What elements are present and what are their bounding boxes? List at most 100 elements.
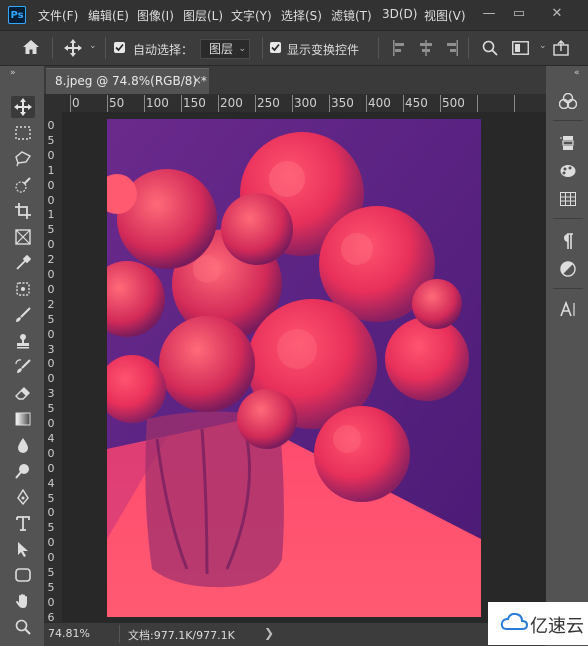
minimize-button[interactable]: — (478, 3, 500, 25)
auto-select-target-dropdown[interactable]: 图层 ⌄ (200, 39, 250, 59)
gradient-tool[interactable] (11, 408, 35, 430)
ruler-label: 0 (47, 119, 55, 132)
paragraph-panel-icon[interactable] (556, 230, 580, 252)
chevron-down-icon: ⌄ (238, 44, 246, 54)
show-transform-label: 显示变换控件 (287, 43, 360, 57)
menu-image[interactable]: 图像(I) (137, 7, 174, 24)
vertical-ruler[interactable]: 0501001502002503003504004505005506 (44, 112, 63, 622)
ruler-label: 0 (47, 238, 55, 252)
separator (468, 37, 469, 59)
separator (119, 625, 120, 643)
panel-collapse-icon[interactable]: » (10, 68, 16, 78)
home-icon[interactable] (22, 39, 40, 58)
properties-panel-icon[interactable] (556, 258, 580, 280)
menu-type[interactable]: 文字(Y) (231, 7, 272, 24)
quick-select-tool[interactable] (11, 174, 35, 196)
history-brush-tool[interactable] (11, 356, 35, 378)
document-image[interactable] (107, 119, 481, 617)
ruler-label: 4 (47, 476, 55, 490)
maximize-button[interactable]: ▭ (508, 3, 530, 25)
auto-select-checkbox[interactable] (114, 42, 125, 53)
shape-tool[interactable] (11, 564, 35, 586)
align-right-icon[interactable] (443, 40, 459, 59)
ruler-label: 5 (47, 133, 55, 147)
ruler-label: 2 (47, 253, 55, 267)
ruler-label: 6 (47, 610, 55, 622)
move-icon[interactable] (64, 39, 82, 60)
menu-3d[interactable]: 3D(D) (382, 7, 417, 21)
menu-bar: Ps 文件(F) 编辑(E) 图像(I) 图层(L) 文字(Y) 选择(S) 滤… (0, 0, 588, 31)
separator (378, 37, 379, 59)
type-tool[interactable] (11, 512, 35, 534)
character-panel-icon[interactable] (556, 298, 580, 320)
ruler-label: 5 (47, 491, 55, 505)
ruler-label: 0 (47, 268, 55, 281)
search-icon[interactable] (482, 40, 498, 59)
ruler-label: 0 (47, 178, 55, 192)
ruler-label: 0 (72, 96, 80, 110)
color-panel-icon[interactable] (556, 90, 580, 112)
ruler-label: 250 (257, 96, 280, 110)
menu-edit[interactable]: 编辑(E) (88, 7, 129, 24)
ruler-label: 450 (405, 96, 428, 110)
ruler-label: 4 (47, 431, 55, 445)
pen-tool[interactable] (11, 486, 35, 508)
chevron-down-icon[interactable]: ⌄ (539, 41, 547, 51)
menu-view[interactable]: 视图(V) (424, 7, 466, 24)
swatches-panel-icon[interactable] (556, 188, 580, 210)
chevron-down-icon[interactable]: ⌄ (89, 41, 97, 51)
history-panel-icon[interactable] (556, 132, 580, 154)
path-select-tool[interactable] (11, 538, 35, 560)
crop-tool[interactable] (11, 200, 35, 222)
flower-photo (107, 119, 481, 617)
close-button[interactable]: ✕ (546, 3, 568, 25)
ruler-label: 5 (47, 223, 55, 237)
marquee-tool[interactable] (11, 122, 35, 144)
close-tab-icon[interactable]: × (192, 73, 202, 87)
frame-tool[interactable] (11, 226, 35, 248)
eyedropper-tool[interactable] (11, 252, 35, 274)
ruler-label: 400 (368, 96, 391, 110)
adjustments-panel-icon[interactable] (556, 160, 580, 182)
document-tab[interactable]: 8.jpeg @ 74.8%(RGB/8) * × (46, 68, 209, 94)
brush-tool[interactable] (11, 304, 35, 326)
align-center-icon[interactable] (418, 40, 434, 59)
ruler-label: 0 (47, 551, 55, 565)
zoom-level[interactable]: 74.81% (48, 627, 90, 640)
ruler-label: 0 (47, 461, 55, 475)
document-tab-bar: 8.jpeg @ 74.8%(RGB/8) * × (44, 66, 546, 94)
separator (262, 37, 263, 59)
document-info: 文档:977.1K/977.1K (128, 629, 235, 642)
menu-file[interactable]: 文件(F) (38, 7, 78, 24)
stamp-tool[interactable] (11, 330, 35, 352)
zoom-tool[interactable] (11, 616, 35, 638)
menu-filter[interactable]: 滤镜(T) (331, 7, 372, 24)
chevron-right-icon[interactable]: ❯ (264, 626, 274, 640)
show-transform-checkbox[interactable] (270, 42, 281, 53)
ruler-label: 3 (47, 342, 55, 356)
ruler-label: 100 (146, 96, 169, 110)
dodge-tool[interactable] (11, 460, 35, 482)
menu-layer[interactable]: 图层(L) (183, 7, 223, 24)
eraser-tool[interactable] (11, 382, 35, 404)
ruler-label: 0 (47, 372, 55, 386)
panel-dock: « (548, 66, 588, 645)
hand-tool[interactable] (11, 590, 35, 612)
workspace-icon[interactable] (512, 41, 529, 58)
patch-tool[interactable] (11, 278, 35, 300)
auto-select-target-value: 图层 (209, 42, 234, 56)
ruler-label: 0 (47, 193, 55, 207)
horizontal-ruler[interactable]: 0 50 100 150 200 250 300 350 400 450 500 (44, 94, 546, 113)
move-tool[interactable] (11, 96, 35, 118)
align-left-icon[interactable] (392, 40, 408, 59)
ruler-label: 5 (47, 580, 55, 594)
ruler-label: 5 (47, 566, 55, 579)
blur-tool[interactable] (11, 434, 35, 456)
ruler-label: 0 (47, 446, 55, 460)
ruler-label: 5 (47, 402, 55, 416)
lasso-tool[interactable] (11, 148, 35, 170)
ruler-label: 0 (47, 595, 55, 609)
panel-collapse-icon[interactable]: « (574, 68, 580, 78)
share-icon[interactable] (553, 40, 569, 59)
menu-select[interactable]: 选择(S) (281, 7, 322, 24)
